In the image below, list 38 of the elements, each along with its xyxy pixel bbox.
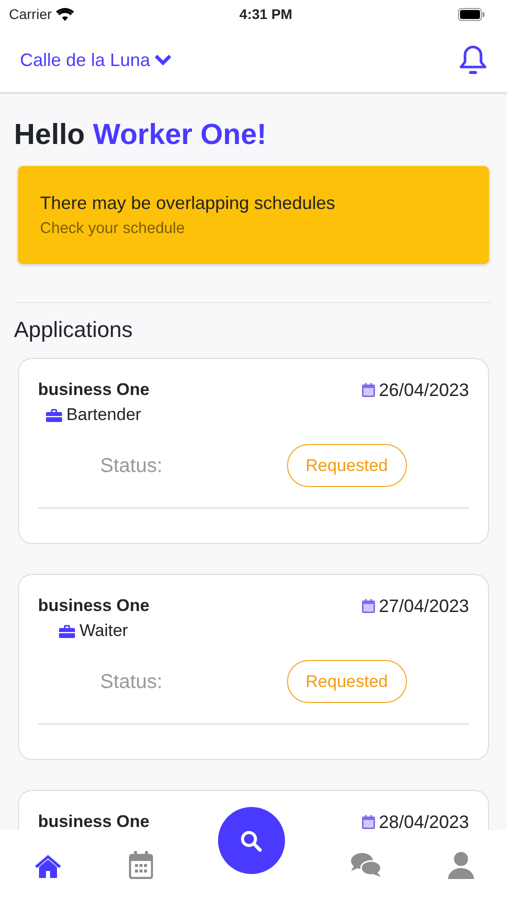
briefcase-icon [46, 408, 62, 422]
greeting-heading: Hello Worker One! [14, 118, 268, 153]
briefcase-icon [59, 624, 76, 638]
application-date: 27/04/2023 [378, 594, 469, 618]
calendar-icon [362, 599, 375, 614]
status-pill: Requested [286, 444, 407, 488]
status-label: Status: [100, 670, 162, 692]
clock: 4:31 PM [239, 4, 292, 24]
business-name: business One [38, 378, 150, 401]
calendar-tab[interactable] [129, 851, 154, 879]
application-date: 26/04/2023 [378, 378, 469, 402]
notification-bell-icon[interactable] [459, 44, 487, 76]
alert-title: There may be overlapping schedules [40, 192, 336, 215]
application-card[interactable]: business One 28/04/2023 [18, 790, 489, 830]
battery-icon [458, 8, 485, 20]
calendar-icon [362, 815, 375, 830]
chat-bubbles-icon [350, 852, 382, 878]
section-title: Applications [14, 316, 134, 344]
business-name: business One [38, 810, 150, 830]
search-icon [239, 828, 264, 852]
wifi-icon [56, 8, 74, 20]
location-dropdown[interactable]: Calle de la Luna [20, 46, 172, 74]
job-role: Waiter [79, 620, 128, 642]
status-label: Status: [100, 454, 162, 476]
application-card[interactable]: business One Bartender 26/04/2023 Status: Requested [18, 358, 489, 544]
application-date: 28/04/2023 [378, 810, 469, 830]
chevron-down-icon [154, 54, 172, 66]
calendar-icon [129, 851, 154, 879]
calendar-icon [362, 383, 375, 398]
alert-subtitle: Check your schedule [40, 218, 186, 238]
messages-tab[interactable] [350, 852, 382, 878]
application-card[interactable]: business One Waiter 27/04/2023 Status: Requested [18, 574, 489, 760]
status-pill: Requested [286, 660, 407, 704]
job-role: Bartender [66, 404, 142, 426]
profile-icon [446, 851, 475, 879]
business-name: business One [38, 594, 150, 617]
profile-tab[interactable] [446, 851, 475, 879]
carrier-label: Carrier [9, 4, 52, 24]
